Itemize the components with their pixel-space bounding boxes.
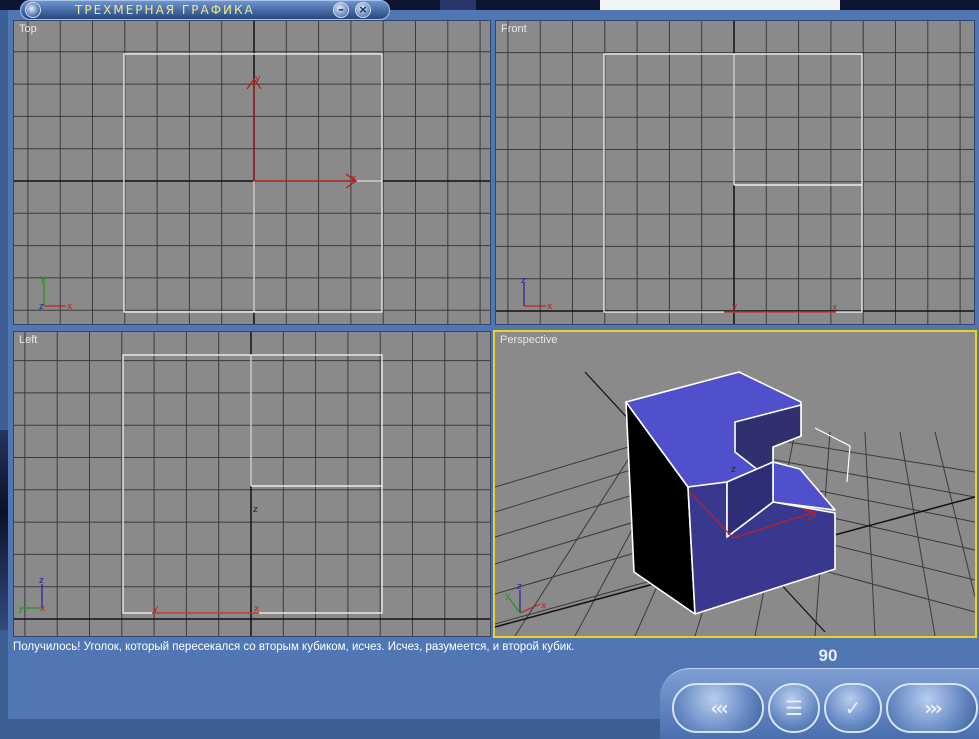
svg-text:z: z bbox=[39, 302, 44, 312]
cube-outline bbox=[123, 53, 383, 313]
l-shaped-cube bbox=[625, 371, 836, 615]
cube-outline bbox=[603, 53, 863, 313]
menu-lines-icon: ☰ bbox=[785, 696, 803, 720]
grid bbox=[14, 332, 490, 636]
viewport-front[interactable]: y x z x Front bbox=[495, 20, 975, 325]
svg-text:x: x bbox=[40, 604, 46, 614]
viewport-left-label: Left bbox=[19, 334, 38, 346]
left-view-canvas: y x z z x y bbox=[14, 332, 490, 636]
svg-text:y: y bbox=[18, 604, 24, 614]
close-button[interactable]: × bbox=[355, 2, 371, 18]
svg-text:x: x bbox=[541, 601, 547, 611]
triple-chevron-right-icon: ››› bbox=[924, 696, 943, 720]
grid bbox=[496, 21, 974, 324]
cube-outline bbox=[122, 354, 383, 614]
next-page-button[interactable]: ››› bbox=[886, 683, 978, 733]
top-view-canvas: y x y x z bbox=[14, 21, 490, 324]
svg-text:x: x bbox=[547, 302, 553, 312]
svg-text:z: z bbox=[39, 576, 44, 586]
page-number: 90 bbox=[818, 646, 838, 665]
viewport-front-label: Front bbox=[501, 23, 527, 35]
status-message: Получилось! Уголок, который пересекался … bbox=[13, 641, 575, 653]
svg-text:x: x bbox=[254, 604, 260, 614]
viewport-left[interactable]: y x z z x y Left bbox=[13, 331, 491, 637]
axis-tripod: z x y bbox=[505, 582, 547, 614]
app-logo-icon[interactable] bbox=[25, 2, 41, 18]
menu-button[interactable]: ☰ bbox=[768, 683, 820, 733]
axis-tripod: y x z bbox=[39, 274, 73, 312]
checkmark-icon: ✓ bbox=[844, 696, 862, 720]
confirm-button[interactable]: ✓ bbox=[824, 683, 882, 733]
svg-text:y: y bbox=[732, 302, 738, 312]
window-title: ТРЕХМЕРНАЯ ГРАФИКА bbox=[75, 3, 255, 17]
axis-tripod: z x y bbox=[18, 576, 46, 614]
triple-chevron-left-icon: ‹‹‹ bbox=[710, 696, 729, 720]
gizmo-y-label: y bbox=[255, 74, 261, 84]
svg-text:z: z bbox=[521, 276, 526, 286]
previous-page-button[interactable]: ‹‹‹ bbox=[672, 683, 764, 733]
viewport-perspective-label: Perspective bbox=[500, 334, 558, 346]
viewport-perspective[interactable]: x z z x y Perspective bbox=[493, 330, 977, 638]
perspective-view-canvas: x z z x y bbox=[495, 371, 975, 636]
desktop-background-edge bbox=[0, 430, 8, 630]
gizmo-x-label: x bbox=[351, 174, 357, 184]
svg-text:z: z bbox=[253, 505, 258, 515]
svg-text:y: y bbox=[40, 274, 46, 284]
svg-text:x: x bbox=[832, 303, 838, 313]
minimize-button[interactable]: – bbox=[333, 2, 349, 18]
svg-text:y: y bbox=[153, 604, 159, 614]
grid bbox=[14, 21, 490, 324]
app-window: ТРЕХМЕРНАЯ ГРАФИКА – × y x y x z Top y x… bbox=[8, 0, 979, 739]
viewport-top[interactable]: y x y x z Top bbox=[13, 20, 491, 325]
navigation-panel: ‹‹‹ ☰ ✓ ››› bbox=[660, 668, 979, 739]
svg-text:x: x bbox=[67, 302, 73, 312]
title-bar[interactable]: ТРЕХМЕРНАЯ ГРАФИКА – × bbox=[20, 0, 390, 20]
gizmo bbox=[246, 77, 358, 189]
viewport-top-label: Top bbox=[19, 23, 37, 35]
front-view-canvas: y x z x bbox=[496, 21, 974, 324]
svg-text:z: z bbox=[517, 582, 522, 592]
svg-text:x: x bbox=[812, 511, 818, 521]
axis-tripod: z x bbox=[521, 276, 553, 312]
svg-text:y: y bbox=[505, 591, 511, 601]
svg-text:z: z bbox=[731, 465, 736, 475]
